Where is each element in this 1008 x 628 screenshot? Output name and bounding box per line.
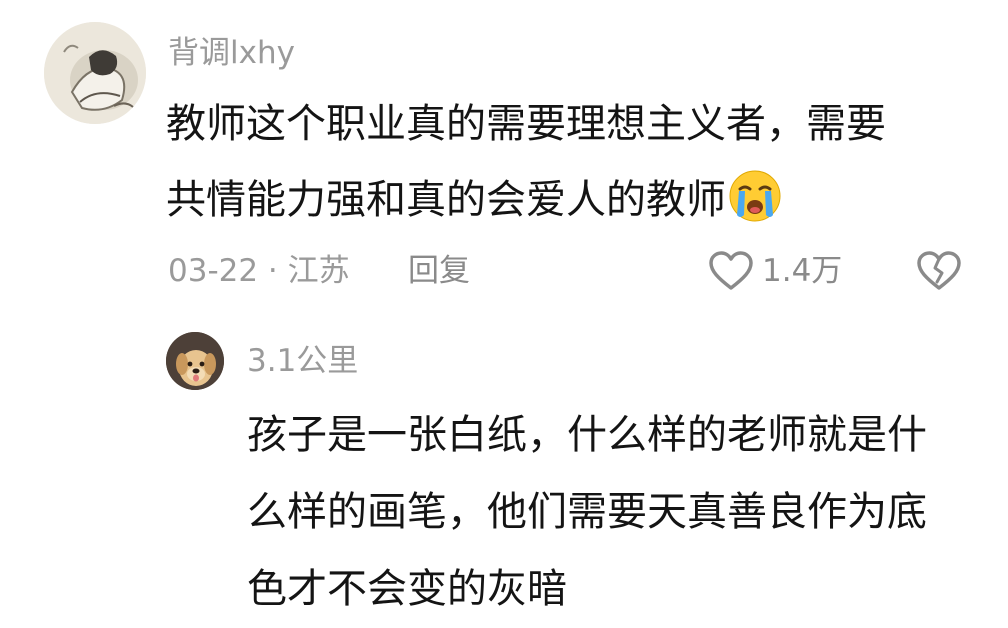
reply-text: 孩子是一张白纸，什么样的老师就是什 么样的画笔，他们需要天真善良作为底 色才不会… — [247, 397, 987, 628]
comment-text-line: 孩子是一张白纸，什么样的老师就是什 — [247, 412, 927, 458]
reply-button[interactable]: 回复 — [408, 256, 470, 287]
like-button[interactable]: 1.4万 — [708, 248, 842, 294]
comment-text-line: 教师这个职业真的需要理想主义者，需要 — [166, 101, 886, 147]
like-count: 1.4万 — [762, 252, 843, 289]
comment-date-location: 03-22 · 江苏 — [168, 253, 350, 289]
dog-avatar-illustration — [166, 332, 224, 390]
comment-username[interactable]: 3.1公里 — [247, 346, 358, 377]
avatar-illustration — [44, 22, 146, 124]
comment-text-line: 共情能力强和真的会爱人的教师 — [166, 162, 966, 238]
comment-username[interactable]: 背调lxhy — [168, 38, 295, 69]
comment-text-line: 色才不会变的灰暗 — [247, 566, 567, 612]
avatar[interactable] — [166, 332, 224, 390]
heart-icon[interactable] — [708, 250, 754, 292]
comment-text: 教师这个职业真的需要理想主义者，需要 共情能力强和真的会爱人的教师 — [166, 86, 966, 238]
dislike-button[interactable] — [916, 248, 962, 294]
avatar[interactable] — [44, 22, 146, 124]
loudly-crying-face-icon — [729, 170, 781, 222]
comment-text-line: 么样的画笔，他们需要天真善良作为底 — [247, 489, 927, 535]
comment-text-segment: 共情能力强和真的会爱人的教师 — [166, 177, 726, 223]
broken-heart-icon[interactable] — [916, 248, 962, 294]
